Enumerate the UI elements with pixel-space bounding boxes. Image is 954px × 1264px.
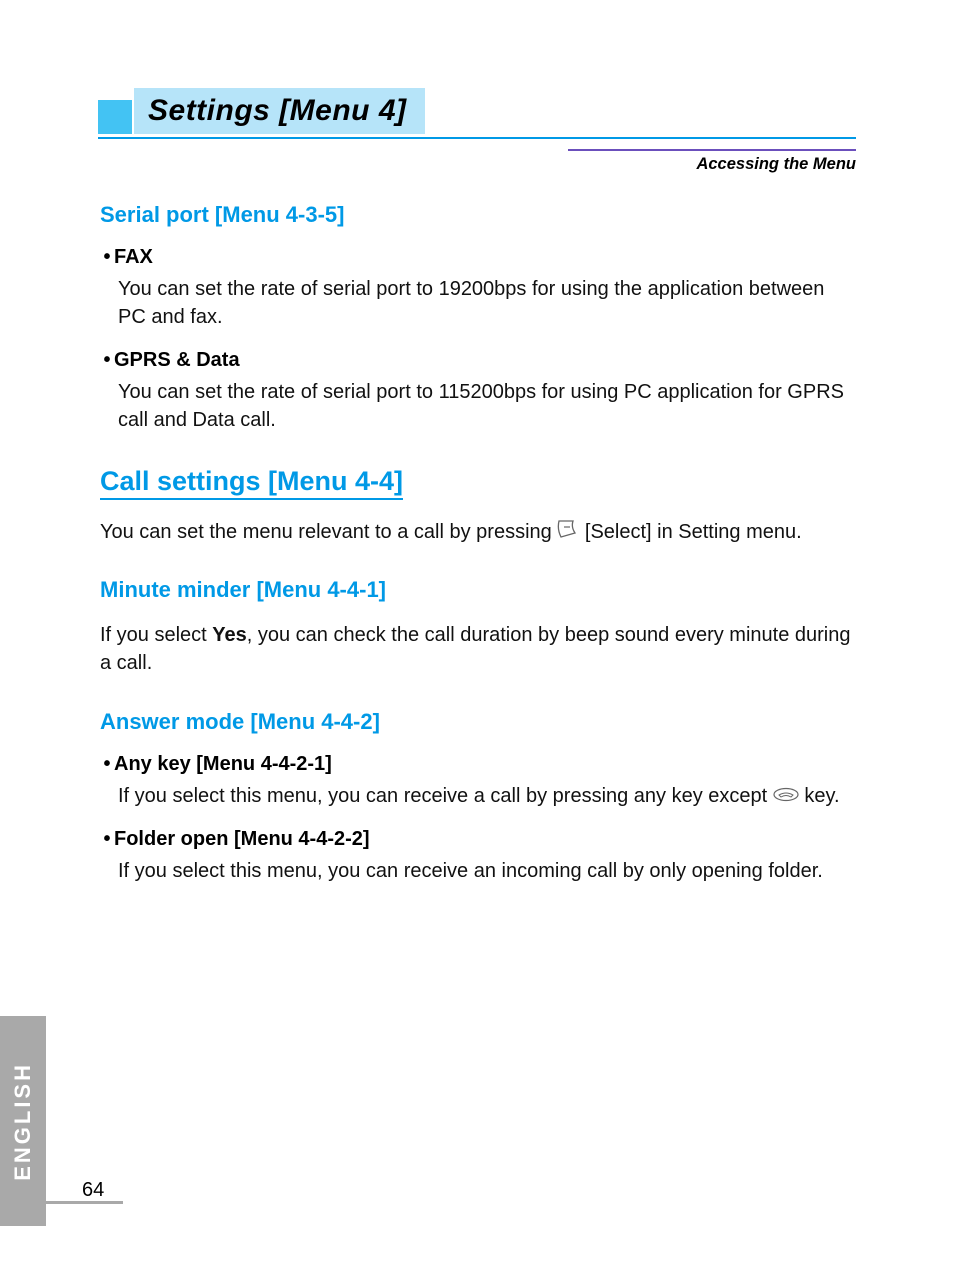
any-key-after: key. xyxy=(804,785,839,807)
section-serial-port: Serial port [Menu 4-3-5] •FAX You can se… xyxy=(100,202,854,434)
item-folder-open-body: If you select this menu, you can receive… xyxy=(118,857,854,885)
item-fax-title: FAX xyxy=(114,246,153,268)
title-accent-square xyxy=(98,100,132,134)
heading-call-settings: Call settings [Menu 4-4] xyxy=(100,466,403,500)
item-fax-head: •FAX xyxy=(100,246,854,269)
title-row: Settings [Menu 4] xyxy=(98,88,856,139)
call-settings-intro: You can set the menu relevant to a call … xyxy=(100,518,854,547)
bullet-icon: • xyxy=(100,246,114,269)
language-tab: ENGLISH xyxy=(0,1016,46,1226)
bullet-icon: • xyxy=(100,349,114,372)
bullet-icon: • xyxy=(100,753,114,776)
any-key-before: If you select this menu, you can receive… xyxy=(118,785,773,807)
call-intro-after: [Select] in Setting menu. xyxy=(585,521,802,543)
item-gprs-body: You can set the rate of serial port to 1… xyxy=(118,378,854,434)
minute-minder-body: If you select Yes, you can check the cal… xyxy=(100,621,854,677)
page-number: 64 xyxy=(82,1179,104,1202)
end-key-icon xyxy=(773,782,799,810)
footer-rule xyxy=(0,1201,123,1204)
heading-serial-port: Serial port [Menu 4-3-5] xyxy=(100,202,854,228)
item-any-key-head: •Any key [Menu 4-4-2-1] xyxy=(100,753,854,776)
page-title: Settings [Menu 4] xyxy=(148,94,407,127)
item-folder-open: •Folder open [Menu 4-4-2-2] If you selec… xyxy=(100,828,854,885)
language-label: ENGLISH xyxy=(10,1062,36,1181)
page: Settings [Menu 4] Accessing the Menu Ser… xyxy=(0,0,954,1264)
item-fax: •FAX You can set the rate of serial port… xyxy=(100,246,854,331)
item-any-key-title: Any key [Menu 4-4-2-1] xyxy=(114,753,332,775)
item-gprs-title: GPRS & Data xyxy=(114,349,240,371)
section-answer-mode: Answer mode [Menu 4-4-2] •Any key [Menu … xyxy=(100,709,854,886)
section-call-settings: Call settings [Menu 4-4] You can set the… xyxy=(100,466,854,547)
item-gprs-head: •GPRS & Data xyxy=(100,349,854,372)
softkey-left-icon xyxy=(557,519,579,547)
item-gprs: •GPRS & Data You can set the rate of ser… xyxy=(100,349,854,434)
breadcrumb: Accessing the Menu xyxy=(568,149,856,174)
call-intro-before: You can set the menu relevant to a call … xyxy=(100,521,557,543)
mm-before: If you select xyxy=(100,624,212,646)
item-folder-open-head: •Folder open [Menu 4-4-2-2] xyxy=(100,828,854,851)
title-block: Settings [Menu 4] xyxy=(134,88,425,134)
content: Serial port [Menu 4-3-5] •FAX You can se… xyxy=(98,202,856,885)
item-folder-open-title: Folder open [Menu 4-4-2-2] xyxy=(114,828,370,850)
item-any-key-body: If you select this menu, you can receive… xyxy=(118,782,854,811)
bullet-icon: • xyxy=(100,828,114,851)
section-minute-minder: Minute minder [Menu 4-4-1] If you select… xyxy=(100,577,854,677)
item-any-key: •Any key [Menu 4-4-2-1] If you select th… xyxy=(100,753,854,811)
mm-bold: Yes xyxy=(212,624,246,646)
item-fax-body: You can set the rate of serial port to 1… xyxy=(118,275,854,331)
heading-minute-minder: Minute minder [Menu 4-4-1] xyxy=(100,577,854,603)
heading-answer-mode: Answer mode [Menu 4-4-2] xyxy=(100,709,854,735)
